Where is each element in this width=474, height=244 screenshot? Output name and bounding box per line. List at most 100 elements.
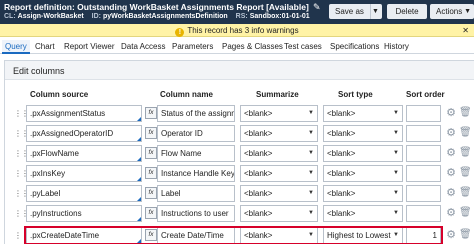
gear-icon[interactable]: ⚙ [445,107,457,119]
tab-data-access[interactable]: Data Access [121,40,165,54]
page-title: Report definition: Outstanding WorkBaske… [4,2,309,12]
column-name-input[interactable]: Status of the assignment [157,105,235,122]
sort-type-select[interactable]: <blank> ▼ [323,165,403,182]
summarize-select[interactable]: <blank> ▼ [240,105,318,122]
sort-order-input[interactable] [406,145,441,162]
trash-icon[interactable]: 🗑 [459,207,472,219]
summarize-select[interactable]: <blank> ▼ [240,145,318,162]
save-as-button[interactable]: Save as ▼ [329,4,382,19]
trash-icon[interactable]: 🗑 [459,229,472,241]
expression-builder-icon[interactable]: fx [145,167,157,179]
warning-banner: ! This record has 3 info warnings ✕ [0,24,474,37]
chevron-down-icon: ▼ [308,190,314,196]
trash-icon[interactable]: 🗑 [459,127,472,139]
sort-type-select[interactable]: <blank> ▼ [323,185,403,202]
chevron-down-icon: ▼ [393,150,399,156]
gear-icon[interactable]: ⚙ [445,207,457,219]
gear-icon[interactable]: ⚙ [445,167,457,179]
chevron-down-icon[interactable]: ▼ [370,4,380,19]
sort-type-select[interactable]: <blank> ▼ [323,105,403,122]
summarize-select[interactable]: <blank> ▼ [240,165,318,182]
column-source-input[interactable]: .pxAssignedOperatorID [26,125,142,142]
expression-builder-icon[interactable]: fx [145,127,157,139]
column-name-input[interactable]: Label [157,185,235,202]
drag-handle-icon[interactable]: ⋮⋮ [14,189,29,198]
gear-icon[interactable]: ⚙ [445,147,457,159]
sort-order-input[interactable]: 1 [406,227,441,244]
column-source-input[interactable]: .pxFlowName [26,145,142,162]
tab-specifications[interactable]: Specifications [330,40,379,54]
gear-icon[interactable]: ⚙ [445,187,457,199]
tab-query[interactable]: Query [2,40,30,54]
trash-icon[interactable]: 🗑 [459,147,472,159]
gear-icon[interactable]: ⚙ [445,127,457,139]
warning-icon: ! [175,28,185,37]
tab-report-viewer[interactable]: Report Viewer [64,40,115,54]
column-name-input[interactable]: Create Date/Time [157,227,235,244]
column-header-name: Column name [160,90,213,99]
expression-builder-icon[interactable]: fx [145,229,157,241]
drag-handle-icon[interactable]: ⋮⋮ [14,109,29,118]
actions-button[interactable]: Actions ▼ [430,4,474,19]
chevron-down-icon: ▼ [308,110,314,116]
column-source-input[interactable]: .pyLabel [26,185,142,202]
sort-order-input[interactable] [406,165,441,182]
close-icon[interactable]: ✕ [462,24,469,37]
sort-order-input[interactable] [406,205,441,222]
column-name-input[interactable]: Flow Name [157,145,235,162]
column-source-input[interactable]: .pxCreateDateTime [26,227,142,244]
expression-builder-icon[interactable]: fx [145,187,157,199]
column-header-sort-type: Sort type [338,90,373,99]
column-source-input[interactable]: .pxInsKey [26,165,142,182]
summarize-select[interactable]: <blank> ▼ [240,227,318,244]
sort-order-input[interactable] [406,185,441,202]
sort-order-input[interactable] [406,105,441,122]
tab-pages-classes[interactable]: Pages & Classes [222,40,283,54]
warning-text[interactable]: This record has 3 info warnings [187,26,298,35]
tab-bar: Query Chart Report Viewer Data Access Pa… [0,40,474,54]
trash-icon[interactable]: 🗑 [459,107,472,119]
column-source-input[interactable]: .pxAssignmentStatus [26,105,142,122]
column-name-input[interactable]: Instance Handle Key [157,165,235,182]
expression-builder-icon[interactable]: fx [145,107,157,119]
sort-type-select[interactable]: <blank> ▼ [323,125,403,142]
meta-value-id: pyWorkBasketAssignmentsDefinition [102,13,228,20]
trash-icon[interactable]: 🗑 [459,167,472,179]
trash-icon[interactable]: 🗑 [459,187,472,199]
table-row: ⋮⋮ .pxCreateDateTime fx Create Date/Time… [0,226,474,244]
table-row: ⋮⋮ .pxAssignmentStatus fx Status of the … [0,104,474,124]
summarize-select[interactable]: <blank> ▼ [240,205,318,222]
expression-builder-icon[interactable]: fx [145,207,157,219]
column-name-input[interactable]: Instructions to user [157,205,235,222]
column-name-input[interactable]: Operator ID [157,125,235,142]
column-source-input[interactable]: .pyInstructions [26,205,142,222]
expression-builder-icon[interactable]: fx [145,147,157,159]
delete-button[interactable]: Delete [387,4,427,19]
table-row: ⋮⋮ .pxInsKey fx Instance Handle Key <bla… [0,164,474,184]
column-header-source: Column source [30,90,89,99]
sort-type-select[interactable]: <blank> ▼ [323,145,403,162]
sort-type-select[interactable]: <blank> ▼ [323,205,403,222]
column-header-summarize: Summarize [256,90,299,99]
chevron-down-icon: ▼ [393,190,399,196]
chevron-down-icon: ▼ [393,210,399,216]
tab-chart[interactable]: Chart [35,40,55,54]
save-as-label: Save as [335,7,364,16]
tab-parameters[interactable]: Parameters [172,40,213,54]
drag-handle-icon[interactable]: ⋮⋮ [14,231,29,240]
tab-test-cases[interactable]: Test cases [284,40,322,54]
gear-icon[interactable]: ⚙ [445,229,457,241]
drag-handle-icon[interactable]: ⋮⋮ [14,149,29,158]
meta-key-id: ID: [91,13,101,20]
summarize-select[interactable]: <blank> ▼ [240,185,318,202]
sort-order-input[interactable] [406,125,441,142]
edit-icon[interactable]: ✎ [313,2,323,12]
delete-label: Delete [395,7,419,16]
tab-history[interactable]: History [384,40,409,54]
drag-handle-icon[interactable]: ⋮⋮ [14,169,29,178]
sort-type-select[interactable]: Highest to Lowest ▼ [323,227,403,244]
drag-handle-icon[interactable]: ⋮⋮ [14,129,29,138]
summarize-select[interactable]: <blank> ▼ [240,125,318,142]
drag-handle-icon[interactable]: ⋮⋮ [14,209,29,218]
chevron-down-icon: ▼ [393,232,399,238]
